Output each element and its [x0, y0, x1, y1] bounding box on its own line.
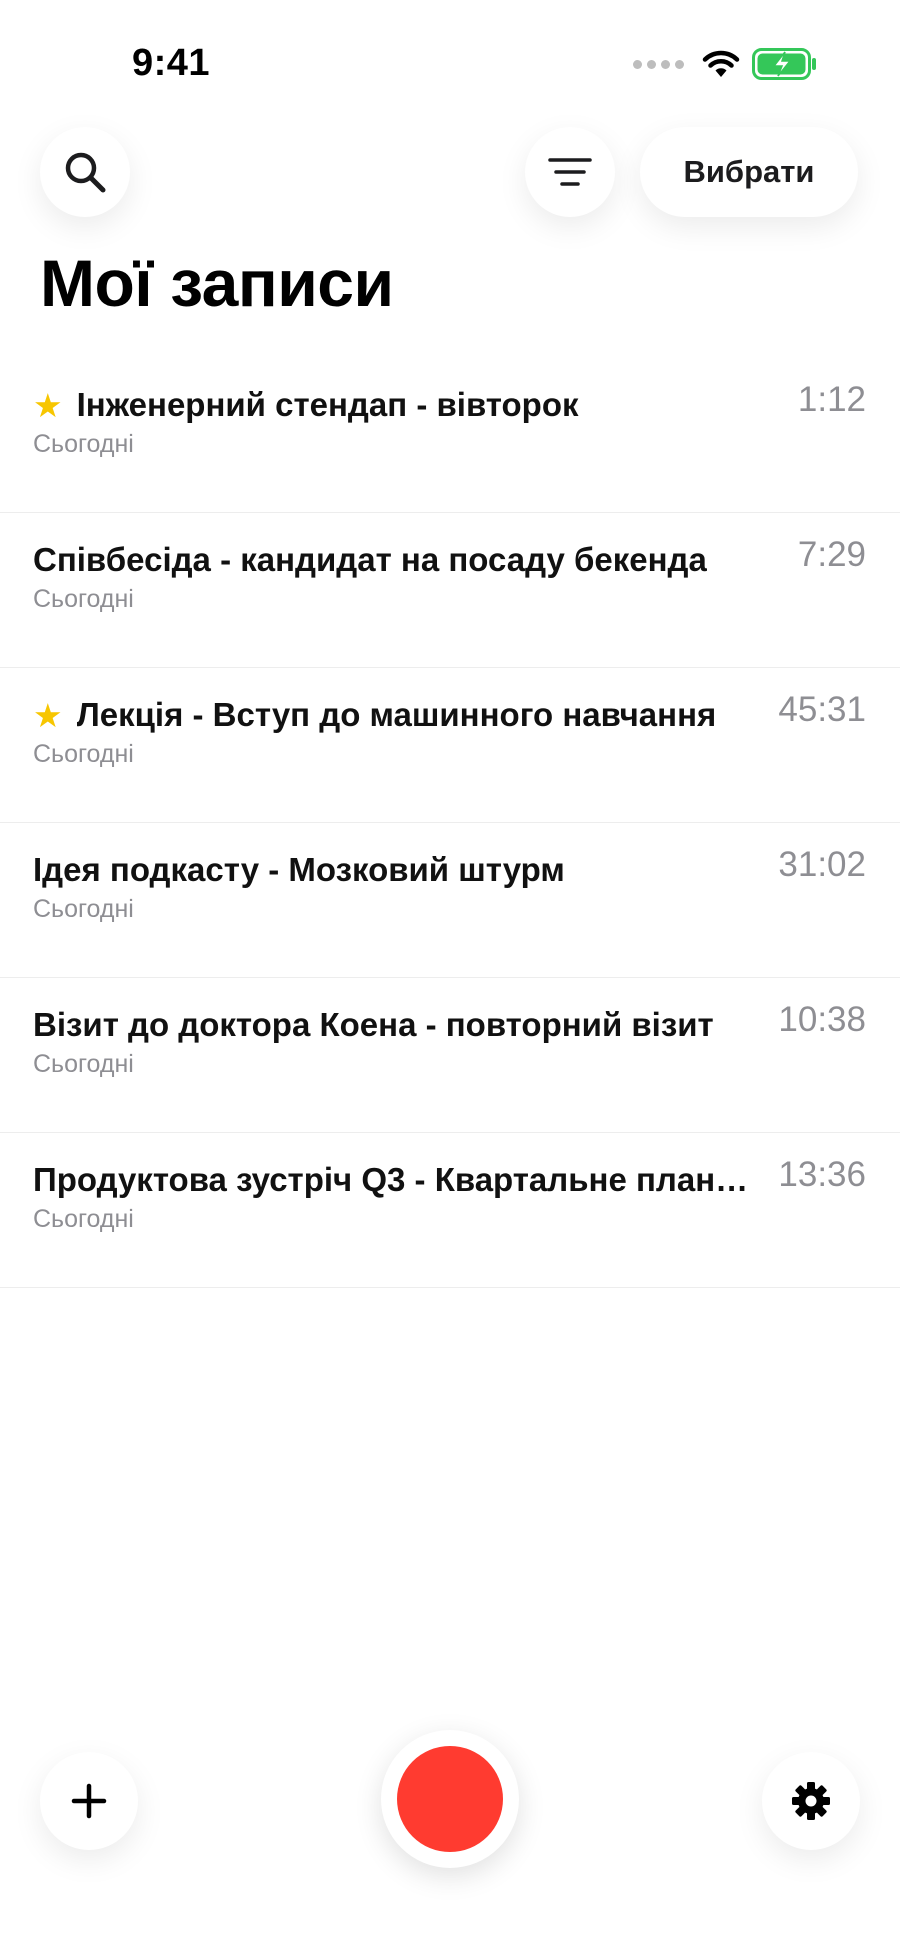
list-item[interactable]: Співбесіда - кандидат на посаду бекенда … [0, 513, 900, 668]
battery-charging-icon [752, 48, 816, 80]
recording-title: Співбесіда - кандидат на посаду бекенда [33, 541, 707, 578]
search-icon [65, 152, 106, 193]
recording-date: Сьогодні [33, 430, 134, 458]
list-item[interactable]: Ідея подкасту - Мозковий штурм Сьогодні … [0, 823, 900, 978]
settings-button[interactable] [762, 1752, 860, 1850]
status-time: 9:41 [132, 42, 211, 84]
list-item[interactable]: Продуктова зустріч Q3 - Квартальне плану… [0, 1133, 900, 1288]
recording-title: Ідея подкасту - Мозковий штурм [33, 851, 565, 888]
recording-date: Сьогодні [33, 585, 134, 613]
recording-duration: 10:38 [778, 1000, 866, 1039]
signal-icon [633, 59, 684, 69]
search-button[interactable] [40, 127, 130, 217]
recordings-list: ★ Інженерний стендап - вівторок Сьогодні… [0, 358, 900, 1288]
recording-duration: 31:02 [778, 845, 866, 884]
recording-date: Сьогодні [33, 1050, 134, 1078]
recording-title: ★ Інженерний стендап - вівторок [33, 386, 579, 424]
recording-title: Візит до доктора Коена - повторний візит [33, 1006, 714, 1043]
filter-button[interactable] [525, 127, 615, 217]
wifi-icon [702, 50, 740, 77]
recording-title: ★ Лекція - Вступ до машинного навчання [33, 696, 717, 734]
plus-icon [71, 1783, 107, 1819]
list-item[interactable]: Візит до доктора Коена - повторний візит… [0, 978, 900, 1133]
recording-date: Сьогодні [33, 1205, 134, 1233]
record-button[interactable] [381, 1730, 519, 1868]
recording-duration: 7:29 [797, 535, 866, 574]
status-icons [633, 48, 818, 80]
select-button[interactable]: Вибрати [640, 127, 858, 217]
list-item[interactable]: ★ Лекція - Вступ до машинного навчання С… [0, 668, 900, 823]
recording-date: Сьогодні [33, 895, 134, 923]
screen: 9:41 Вибрати Мої записи ★ Інженерний сте… [0, 0, 900, 1950]
star-icon: ★ [33, 696, 63, 734]
recording-duration: 45:31 [778, 690, 866, 729]
recording-date: Сьогодні [33, 740, 134, 768]
recording-duration: 1:12 [797, 380, 866, 419]
star-icon: ★ [33, 386, 63, 424]
recording-title: Продуктова зустріч Q3 - Квартальне плану… [33, 1161, 753, 1198]
list-item[interactable]: ★ Інженерний стендап - вівторок Сьогодні… [0, 358, 900, 513]
gear-icon [792, 1782, 830, 1820]
page-title: Мої записи [40, 246, 394, 320]
add-button[interactable] [40, 1752, 138, 1850]
filter-icon [548, 158, 592, 186]
record-icon [397, 1746, 503, 1852]
recording-duration: 13:36 [778, 1155, 866, 1194]
